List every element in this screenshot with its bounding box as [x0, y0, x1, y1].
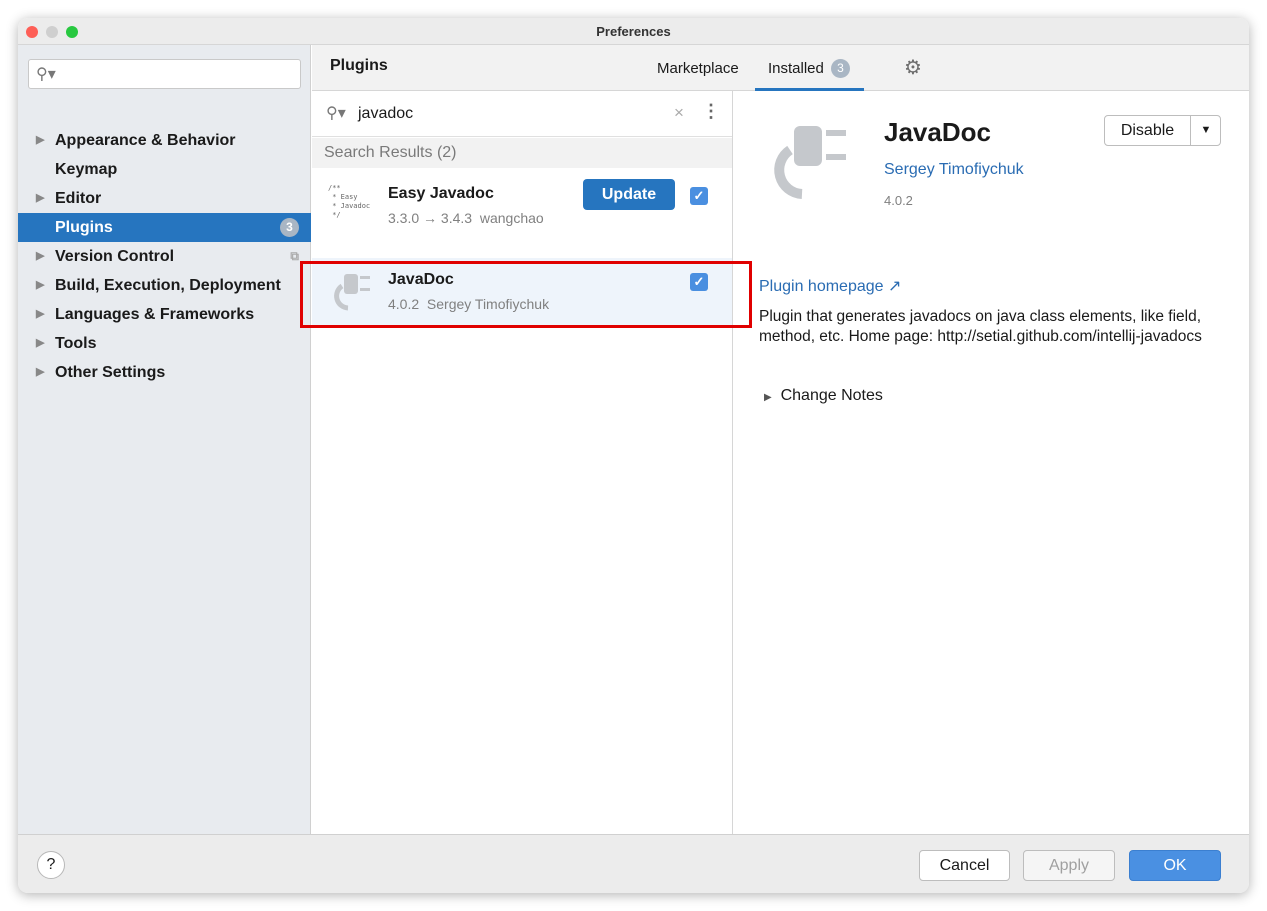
- zoom-window-button[interactable]: [66, 26, 78, 38]
- detail-plugin-name: JavaDoc: [884, 117, 991, 147]
- sidebar-item-label: Keymap: [55, 161, 118, 178]
- close-window-button[interactable]: [26, 26, 38, 38]
- plugin-list-panel: ⚲▾ javadoc × ⋮ Search Results (2) /** * …: [312, 91, 733, 834]
- expand-arrow-icon[interactable]: ▶: [36, 242, 44, 271]
- detail-author-link[interactable]: Sergey Timofiychuk: [884, 161, 1024, 179]
- expand-arrow-icon[interactable]: ▶: [36, 184, 44, 213]
- expand-arrow-icon[interactable]: ▶: [36, 300, 44, 329]
- plugin-meta: 3.3.0 → 3.4.3 wangchao: [388, 210, 544, 226]
- expand-arrow-icon[interactable]: ▶: [36, 126, 44, 155]
- sidebar-item-label: Version Control: [55, 248, 175, 265]
- search-icon: ⚲▾: [326, 105, 346, 122]
- sidebar-item-editor[interactable]: ▶ Editor: [18, 184, 311, 213]
- sidebar-item-build-execution-deployment[interactable]: ▶ Build, Execution, Deployment: [18, 271, 311, 300]
- tab-marketplace[interactable]: Marketplace: [657, 60, 739, 77]
- plugins-count-badge: 3: [280, 218, 299, 237]
- plugin-name: Easy Javadoc: [388, 185, 494, 202]
- sidebar-item-label: Plugins: [55, 219, 113, 236]
- change-notes-toggle[interactable]: ▶ Change Notes: [764, 387, 883, 405]
- disable-button-group: Disable ▼: [1104, 115, 1221, 146]
- expand-arrow-icon[interactable]: ▶: [36, 329, 44, 358]
- sidebar-search-input[interactable]: ⚲▾: [28, 59, 301, 89]
- sidebar-item-other-settings[interactable]: ▶ Other Settings: [18, 358, 311, 387]
- sidebar-item-keymap[interactable]: Keymap: [18, 155, 311, 184]
- enable-checkbox[interactable]: ✓: [690, 187, 708, 205]
- title-bar: Preferences: [18, 18, 1249, 45]
- sidebar-item-label: Build, Execution, Deployment: [55, 277, 281, 294]
- installed-count-badge: 3: [831, 59, 850, 78]
- page-title: Plugins: [330, 57, 388, 74]
- sidebar-item-languages-frameworks[interactable]: ▶ Languages & Frameworks: [18, 300, 311, 329]
- tab-installed-label: Installed: [768, 60, 824, 77]
- help-button[interactable]: ?: [37, 851, 65, 879]
- sidebar-item-appearance-behavior[interactable]: ▶ Appearance & Behavior: [18, 126, 311, 155]
- plugin-version: 3.3.0 → 3.4.3: [388, 210, 473, 226]
- sidebar-item-label: Editor: [55, 190, 102, 207]
- results-heading: Search Results (2): [312, 138, 732, 168]
- tab-installed[interactable]: Installed 3: [755, 45, 864, 91]
- expand-arrow-icon[interactable]: ▶: [36, 358, 44, 387]
- chevron-down-icon[interactable]: ▼: [1191, 116, 1221, 145]
- more-options-icon[interactable]: ⋮: [702, 101, 720, 122]
- copy-icon: ⧉: [290, 249, 299, 263]
- cancel-button[interactable]: Cancel: [919, 850, 1010, 881]
- sidebar-item-tools[interactable]: ▶ Tools: [18, 329, 311, 358]
- highlight-annotation-box: [300, 261, 752, 328]
- plugin-search-input[interactable]: ⚲▾ javadoc × ⋮: [312, 91, 732, 137]
- sidebar-item-label: Tools: [55, 335, 97, 352]
- change-notes-label: Change Notes: [780, 387, 883, 404]
- plugin-description: Plugin that generates javadocs on java c…: [759, 308, 1202, 345]
- easy-javadoc-logo: /** * Easy * Javadoc */: [328, 184, 371, 219]
- preferences-window: Preferences ⚲▾ ▶ Appearance & Behavior Key…: [18, 18, 1249, 893]
- plugin-item-easy-javadoc[interactable]: /** * Easy * Javadoc */ Easy Javadoc 3.3…: [312, 168, 732, 258]
- search-icon: ⚲▾: [36, 66, 56, 83]
- window-title: Preferences: [596, 24, 671, 39]
- sidebar-item-label: Languages & Frameworks: [55, 306, 255, 323]
- update-button[interactable]: Update: [583, 179, 675, 210]
- sidebar-item-plugins[interactable]: Plugins 3: [18, 213, 311, 242]
- plugin-homepage-link[interactable]: Plugin homepage ↗: [759, 276, 901, 296]
- plugin-author: wangchao: [479, 210, 544, 226]
- sidebar-item-version-control[interactable]: ▶ Version Control ⧉: [18, 242, 311, 271]
- clear-search-icon[interactable]: ×: [674, 103, 684, 123]
- sidebar-item-label: Other Settings: [55, 364, 166, 381]
- plugins-header: Plugins Marketplace Installed 3 ⚙: [312, 45, 1249, 91]
- gear-icon[interactable]: ⚙: [904, 55, 922, 80]
- plugin-detail-panel: JavaDoc Sergey Timofiychuk 4.0.2 Disable…: [734, 91, 1249, 834]
- sidebar: ⚲▾ ▶ Appearance & Behavior Keymap ▶ Editor Pl…: [18, 45, 311, 834]
- disable-button[interactable]: Disable: [1105, 116, 1191, 145]
- apply-button[interactable]: Apply: [1023, 850, 1115, 881]
- dialog-footer: ? Cancel Apply OK: [18, 834, 1249, 893]
- ok-button[interactable]: OK: [1129, 850, 1221, 881]
- search-query: javadoc: [358, 105, 414, 122]
- expand-arrow-icon[interactable]: ▶: [36, 271, 44, 300]
- detail-version: 4.0.2: [884, 193, 913, 208]
- plugin-plug-icon-large: [762, 117, 854, 203]
- expand-arrow-icon: ▶: [764, 392, 772, 403]
- minimize-window-button[interactable]: [46, 26, 58, 38]
- sidebar-item-label: Appearance & Behavior: [55, 132, 236, 149]
